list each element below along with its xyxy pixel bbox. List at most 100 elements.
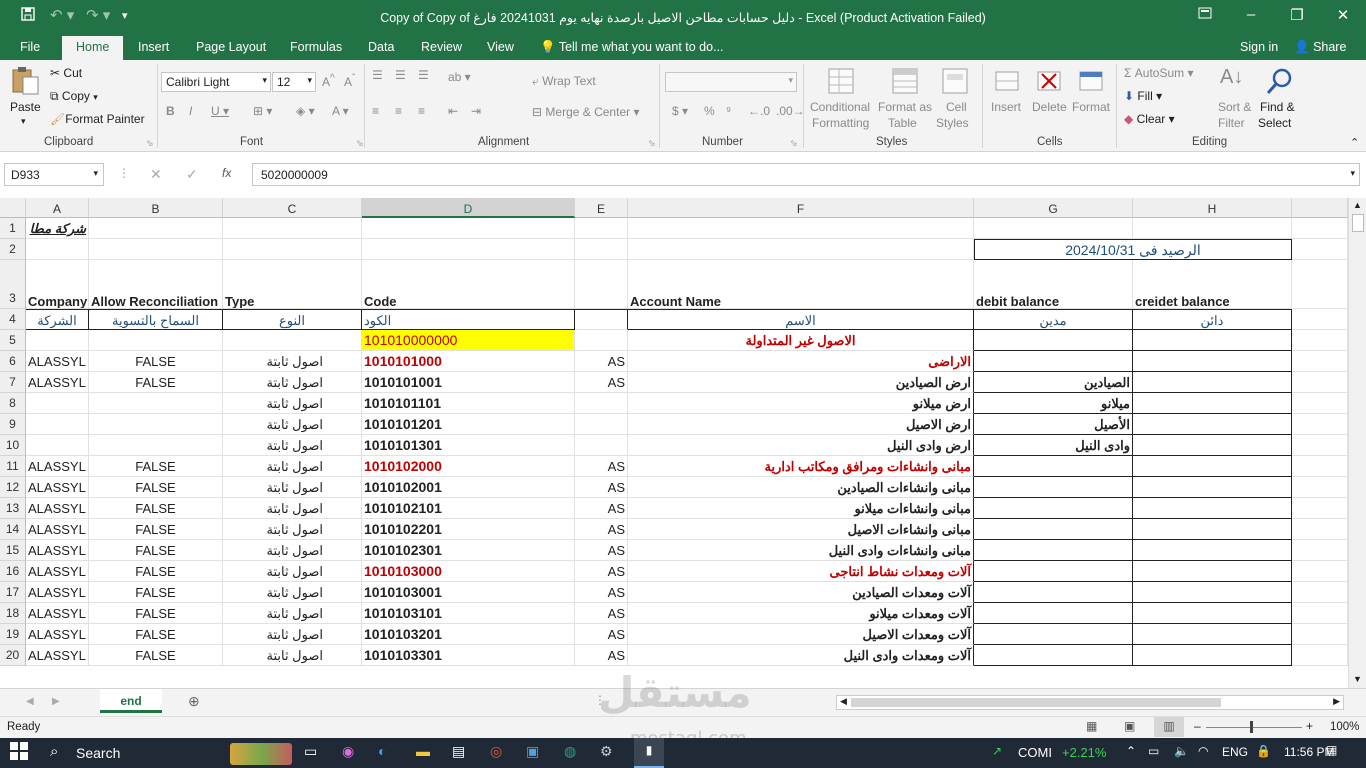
cell-d1[interactable] xyxy=(362,218,575,239)
cell-d6[interactable]: 1010101000 xyxy=(362,351,575,372)
paste-button[interactable]: Paste ▾ xyxy=(8,64,44,130)
name-box[interactable]: D933 ▾ xyxy=(4,163,104,186)
decrease-font-icon[interactable]: Aˇ xyxy=(344,73,355,89)
row-header-16[interactable]: 16 xyxy=(0,561,26,582)
tab-view[interactable]: View xyxy=(487,40,514,54)
cell-h4[interactable]: دائن xyxy=(1133,309,1292,330)
add-sheet-icon[interactable]: ⊕ xyxy=(188,693,200,710)
cell-blank[interactable] xyxy=(1292,477,1348,498)
cell-f9[interactable]: ارض الاصيل xyxy=(628,414,974,435)
cell-g9[interactable]: الأصيل xyxy=(974,414,1133,435)
cell-g16[interactable] xyxy=(974,561,1133,582)
cell-g8[interactable]: ميلانو xyxy=(974,393,1133,414)
scroll-left-icon[interactable]: ◀ xyxy=(840,696,847,707)
cell-c14[interactable]: اصول ثابتة xyxy=(223,519,362,540)
cell-b11[interactable]: FALSE xyxy=(89,456,223,477)
cell-d14[interactable]: 1010102201 xyxy=(362,519,575,540)
decrease-decimal-icon[interactable]: .00→ xyxy=(776,104,805,118)
cell-g3[interactable]: debit balance xyxy=(974,260,1133,309)
cell-b10[interactable] xyxy=(89,435,223,456)
cell-f19[interactable]: آلات ومعدات الاصيل xyxy=(628,624,974,645)
cell-g10[interactable]: وادى النيل xyxy=(974,435,1133,456)
cell-blank[interactable] xyxy=(1292,561,1348,582)
cell-a6[interactable]: ALASSYL xyxy=(26,351,89,372)
cell-d18[interactable]: 1010103101 xyxy=(362,603,575,624)
cell-e6[interactable]: AS xyxy=(575,351,628,372)
cell-c9[interactable]: اصول ثابتة xyxy=(223,414,362,435)
increase-decimal-icon[interactable]: ←.0 xyxy=(748,104,770,118)
cell-c20[interactable]: اصول ثابتة xyxy=(223,645,362,666)
cell-d11[interactable]: 1010102000 xyxy=(362,456,575,477)
cell-blank[interactable] xyxy=(1292,330,1348,351)
font-name-box[interactable]: Calibri Light ▾ xyxy=(161,72,271,92)
scroll-up-icon[interactable]: ▲ xyxy=(1353,200,1362,210)
tell-me-box[interactable]: 💡 Tell me what you want to do... xyxy=(540,40,724,55)
scroll-thumb[interactable] xyxy=(851,698,1221,707)
cell-blank[interactable] xyxy=(1292,218,1348,239)
cell-d9[interactable]: 1010101201 xyxy=(362,414,575,435)
cell-g15[interactable] xyxy=(974,540,1133,561)
taskbar-search-label[interactable]: Search xyxy=(76,745,120,761)
cell-g1[interactable] xyxy=(974,218,1133,239)
cell-e19[interactable]: AS xyxy=(575,624,628,645)
cell-f7[interactable]: ارض الصيادين xyxy=(628,372,974,393)
cell-f4[interactable]: الاسم xyxy=(628,309,974,330)
cell-g12[interactable] xyxy=(974,477,1133,498)
fill-button[interactable]: ⬇ Fill ▾ xyxy=(1124,89,1162,103)
cell-g11[interactable] xyxy=(974,456,1133,477)
cell-f5[interactable]: الاصول غير المتداولة xyxy=(628,330,974,351)
cell-blank[interactable] xyxy=(1292,414,1348,435)
cell-c4[interactable]: النوع xyxy=(223,309,362,330)
cell-blank[interactable] xyxy=(1292,645,1348,666)
cell-b19[interactable]: FALSE xyxy=(89,624,223,645)
row-header-20[interactable]: 20 xyxy=(0,645,26,666)
horizontal-scrollbar[interactable]: ◀ ▶ xyxy=(836,695,1344,710)
cancel-icon[interactable]: ✕ xyxy=(150,166,162,183)
cell-c12[interactable]: اصول ثابتة xyxy=(223,477,362,498)
borders-icon[interactable]: ⊞ ▾ xyxy=(253,104,272,118)
cell-blank[interactable] xyxy=(1292,498,1348,519)
column-header-c[interactable]: C xyxy=(223,198,362,218)
find-select-button[interactable]: Find & Select xyxy=(1258,64,1304,134)
cell-a15[interactable]: ALASSYL xyxy=(26,540,89,561)
column-header-a[interactable]: A xyxy=(26,198,89,218)
column-header-blank[interactable] xyxy=(1292,198,1348,218)
cell-g4[interactable]: مدين xyxy=(974,309,1133,330)
cell-h13[interactable] xyxy=(1133,498,1292,519)
cell-d17[interactable]: 1010103001 xyxy=(362,582,575,603)
row-header-3[interactable]: 3 xyxy=(0,260,26,309)
cell-b15[interactable]: FALSE xyxy=(89,540,223,561)
dialog-launcher-icon[interactable]: ⬂ xyxy=(790,138,798,149)
cell-d16[interactable]: 1010103000 xyxy=(362,561,575,582)
cell-c17[interactable]: اصول ثابتة xyxy=(223,582,362,603)
cell-a12[interactable]: ALASSYL xyxy=(26,477,89,498)
cell-e12[interactable]: AS xyxy=(575,477,628,498)
cell-e2[interactable] xyxy=(575,239,628,260)
cell-a14[interactable]: ALASSYL xyxy=(26,519,89,540)
row-header-17[interactable]: 17 xyxy=(0,582,26,603)
cell-d10[interactable]: 1010101301 xyxy=(362,435,575,456)
cell-b12[interactable]: FALSE xyxy=(89,477,223,498)
align-top-icon[interactable]: ☰ xyxy=(372,68,383,82)
cell-e7[interactable]: AS xyxy=(575,372,628,393)
autosum-button[interactable]: Σ AutoSum ▾ xyxy=(1124,66,1193,80)
cell-e18[interactable]: AS xyxy=(575,603,628,624)
collapse-ribbon-icon[interactable]: ⌃ xyxy=(1350,136,1359,149)
row-header-8[interactable]: 8 xyxy=(0,393,26,414)
cell-e3[interactable] xyxy=(575,260,628,309)
delete-cells-button[interactable]: Delete xyxy=(1030,64,1070,134)
cell-blank[interactable] xyxy=(1292,456,1348,477)
cell-b8[interactable] xyxy=(89,393,223,414)
cell-d3[interactable]: Code xyxy=(362,260,575,309)
align-left-icon[interactable]: ≡ xyxy=(372,104,379,118)
row-header-4[interactable]: 4 xyxy=(0,309,26,330)
cell-c16[interactable]: اصول ثابتة xyxy=(223,561,362,582)
excel-taskbar-icon[interactable]: ▮ xyxy=(634,738,664,768)
insert-function-icon[interactable]: fx xyxy=(222,166,231,180)
cell-d5[interactable]: 101010000000 xyxy=(362,330,575,351)
cell-b5[interactable] xyxy=(89,330,223,351)
cell-c6[interactable]: اصول ثابتة xyxy=(223,351,362,372)
cell-a17[interactable]: ALASSYL xyxy=(26,582,89,603)
cell-e11[interactable]: AS xyxy=(575,456,628,477)
zoom-in-icon[interactable]: + xyxy=(1306,719,1313,733)
